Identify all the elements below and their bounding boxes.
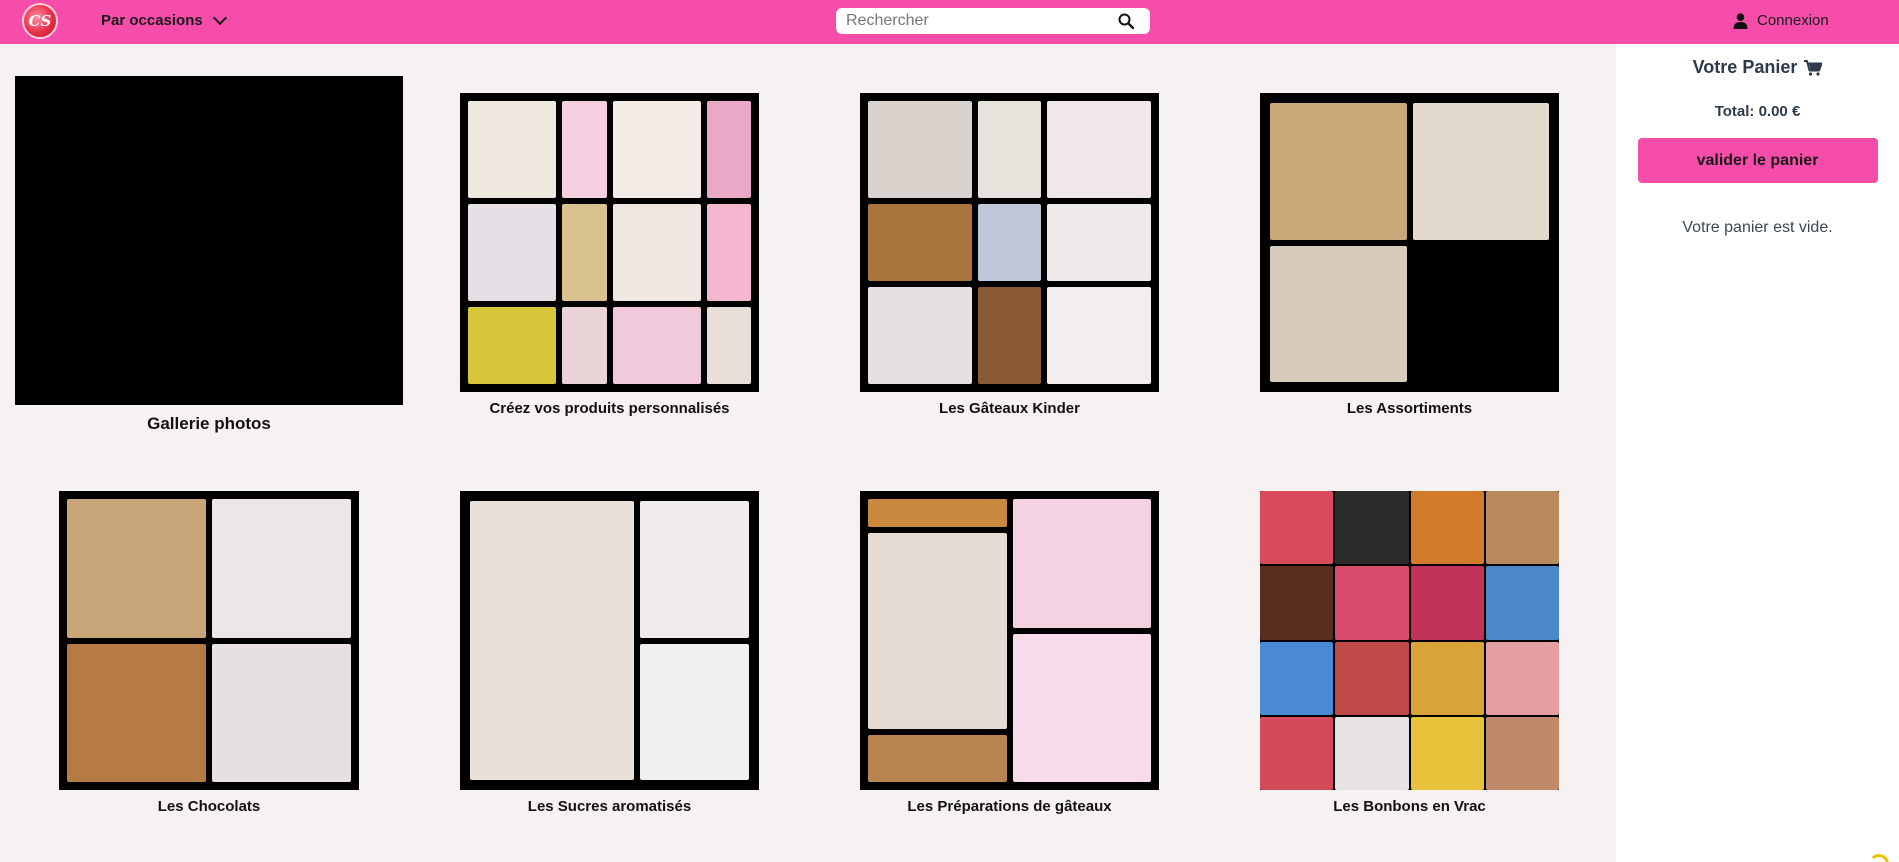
- category-label: Les Assortiments: [1346, 400, 1473, 417]
- chocolates-photo: [59, 491, 359, 790]
- search-icon[interactable]: [1118, 13, 1134, 29]
- search-input[interactable]: [836, 8, 1106, 34]
- loading-spinner-icon: [1869, 854, 1889, 862]
- category-card-flavored-sugars[interactable]: Les Sucres aromatisés: [460, 491, 759, 815]
- login-label: Connexion: [1757, 12, 1829, 29]
- category-card-bulk-candy[interactable]: Les Bonbons en Vrac: [1260, 491, 1559, 815]
- cart-title-label: Votre Panier: [1692, 57, 1798, 77]
- category-label: Les Chocolats: [157, 798, 261, 815]
- category-label: Les Gâteaux Kinder: [939, 400, 1080, 417]
- category-label: Créez vos produits personnalisés: [489, 400, 730, 417]
- shopping-cart-icon: [1804, 59, 1823, 76]
- category-label: Les Préparations de gâteaux: [907, 798, 1112, 815]
- cart-total: Total: 0.00 €: [1714, 103, 1801, 120]
- logo-text: CS: [28, 12, 52, 30]
- cart-panel: Votre Panier Total: 0.00 € valider le pa…: [1616, 44, 1899, 862]
- category-card-cake-preparations[interactable]: Les Préparations de gâteaux: [860, 491, 1159, 815]
- occasions-menu-label: Par occasions: [101, 12, 203, 29]
- category-label: Gallerie photos: [147, 414, 271, 433]
- custom-products-photo: [460, 93, 759, 392]
- chevron-down-icon: [212, 10, 227, 26]
- user-icon: [1733, 12, 1748, 29]
- search-bar: [836, 8, 1150, 34]
- category-card-kinder-cakes[interactable]: Les Gâteaux Kinder: [860, 93, 1159, 417]
- category-label: Les Sucres aromatisés: [527, 798, 692, 815]
- flavored-sugars-photo: [460, 491, 759, 790]
- candy-photo: [15, 76, 403, 405]
- assortments-photo: [1260, 93, 1559, 392]
- category-card-chocolates[interactable]: Les Chocolats: [59, 491, 359, 815]
- kinder-cakes-photo: [860, 93, 1159, 392]
- top-navbar: CS Par occasions Connexion: [0, 0, 1899, 44]
- shop-logo[interactable]: CS: [22, 3, 58, 39]
- cart-empty-message: Votre panier est vide.: [1682, 219, 1833, 236]
- login-link[interactable]: Connexion: [1733, 12, 1829, 29]
- category-grid: Gallerie photos Créez vos produits perso…: [0, 44, 1616, 862]
- occasions-menu[interactable]: Par occasions: [101, 10, 227, 29]
- bulk-candy-photo: [1260, 491, 1559, 790]
- category-label: Les Bonbons en Vrac: [1333, 798, 1486, 815]
- validate-cart-button[interactable]: valider le panier: [1637, 138, 1878, 183]
- cart-title: Votre Panier: [1616, 57, 1899, 78]
- category-card-custom-products[interactable]: Créez vos produits personnalisés: [460, 93, 759, 417]
- category-card-assortments[interactable]: Les Assortiments: [1260, 93, 1559, 417]
- cake-preparations-photo: [860, 491, 1159, 790]
- category-card-gallery[interactable]: Gallerie photos: [15, 76, 403, 434]
